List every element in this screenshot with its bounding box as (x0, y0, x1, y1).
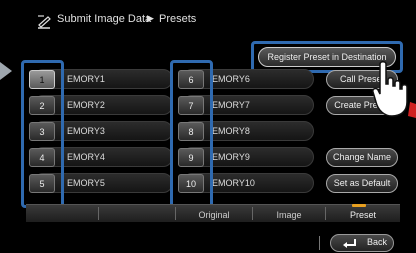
preset-label-6: EMORY6 (212, 74, 250, 84)
preset-button-10[interactable]: 10 (178, 174, 204, 193)
submit-image-data-icon (38, 15, 51, 29)
breadcrumb-current: Presets (159, 13, 197, 25)
preset-button-7[interactable]: 7 (178, 96, 204, 115)
breadcrumb-separator: ▶ (147, 13, 154, 23)
preset-label-4: EMORY4 (67, 152, 105, 162)
preset-label-7: EMORY7 (212, 100, 250, 110)
preset-button-2[interactable]: 2 (29, 96, 55, 115)
tab-1[interactable] (26, 204, 98, 222)
selected-tab-marker (352, 204, 366, 207)
preset-label-5: EMORY5 (67, 178, 105, 188)
tab-2[interactable] (99, 204, 175, 222)
preset-button-4[interactable]: 4 (29, 148, 55, 167)
back-label: Back (367, 237, 388, 247)
preset-button-9[interactable]: 9 (178, 148, 204, 167)
tab-original[interactable]: Original (176, 204, 252, 222)
tab-image[interactable]: Image (253, 204, 325, 222)
change-name-button[interactable]: Change Name (326, 148, 398, 167)
preset-button-8[interactable]: 8 (178, 122, 204, 141)
footer-divider (319, 236, 320, 250)
preset-button-5[interactable]: 5 (29, 174, 55, 193)
preset-label-1: EMORY1 (67, 74, 105, 84)
preset-button-1[interactable]: 1 (29, 70, 55, 89)
preset-label-9: EMORY9 (212, 152, 250, 162)
pointer-arrow-icon (0, 62, 12, 80)
preset-button-6[interactable]: 6 (178, 70, 204, 89)
preset-label-2: EMORY2 (67, 100, 105, 110)
preset-label-10: EMORY10 (212, 178, 255, 188)
preset-button-3[interactable]: 3 (29, 122, 55, 141)
pointing-hand-icon (372, 61, 416, 118)
preset-label-8: EMORY8 (212, 126, 250, 136)
return-arrow-icon (343, 239, 356, 248)
page-title: Submit Image Data (57, 13, 152, 25)
set-as-default-button[interactable]: Set as Default (326, 174, 398, 193)
preset-label-3: EMORY3 (67, 126, 105, 136)
